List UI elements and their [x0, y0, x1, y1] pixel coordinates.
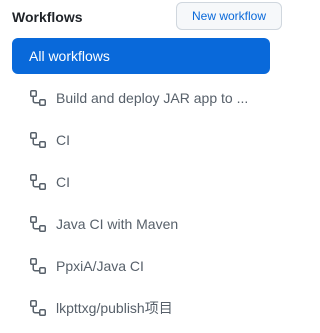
- nav-item-workflow[interactable]: Java CI with Maven: [12, 206, 270, 242]
- nav-item-label: lkpttxg/publish项目: [56, 300, 173, 316]
- nav-item-workflow[interactable]: CI: [12, 122, 270, 158]
- nav-item-workflow[interactable]: PpxiA/Java CI: [12, 248, 270, 284]
- nav-item-label: Java CI with Maven: [56, 216, 179, 232]
- nav-item-workflow[interactable]: lkpttxg/publish项目: [12, 290, 270, 326]
- workflow-icon: [30, 258, 46, 274]
- workflows-header: Workflows New workflow: [12, 0, 282, 34]
- workflow-icon: [30, 132, 46, 148]
- workflow-icon: [30, 216, 46, 232]
- workflow-nav-list: All workflows Build and deploy JAR app t…: [12, 38, 270, 332]
- nav-item-label: PpxiA/Java CI: [56, 258, 144, 274]
- workflows-heading: Workflows: [12, 9, 83, 25]
- workflows-panel: Workflows New workflow All workflows Bui…: [0, 0, 289, 333]
- workflow-icon: [30, 90, 46, 106]
- new-workflow-button[interactable]: New workflow: [176, 2, 282, 30]
- nav-item-label: CI: [56, 132, 70, 148]
- workflow-icon: [30, 300, 46, 316]
- workflow-icon: [30, 174, 46, 190]
- nav-item-label: Build and deploy JAR app to ...: [56, 90, 249, 106]
- nav-item-label: All workflows: [29, 48, 110, 64]
- nav-item-label: CI: [56, 174, 70, 190]
- nav-item-workflow[interactable]: Build and deploy JAR app to ...: [12, 80, 270, 116]
- nav-item-all-workflows[interactable]: All workflows: [12, 38, 270, 74]
- nav-item-workflow[interactable]: CI: [12, 164, 270, 200]
